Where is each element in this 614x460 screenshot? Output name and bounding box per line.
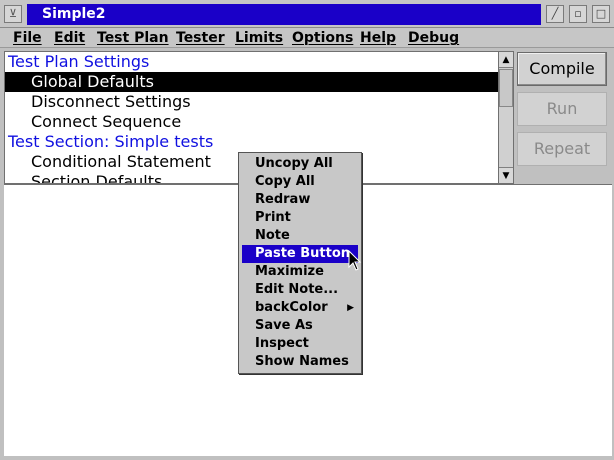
maximize-icon[interactable]: □	[592, 5, 610, 23]
repeat-button[interactable]: Repeat	[517, 132, 607, 166]
menu-help[interactable]: Help	[360, 28, 396, 48]
menu-item-maximize[interactable]: Maximize	[242, 263, 358, 281]
menu-file[interactable]: File	[13, 28, 42, 48]
list-item-connect-sequence[interactable]: Connect Sequence	[5, 112, 498, 132]
title-bar: ⊻ Simple2 ╱ ▫ □	[0, 0, 614, 28]
menu-options[interactable]: Options	[292, 28, 353, 48]
menu-test-plan[interactable]: Test Plan	[97, 28, 169, 48]
menu-item-inspect[interactable]: Inspect	[242, 335, 358, 353]
list-header-test-section[interactable]: Test Section: Simple tests	[5, 132, 498, 152]
close-box-icon[interactable]: ╱	[546, 5, 564, 23]
menu-item-copy-all[interactable]: Copy All	[242, 173, 358, 191]
window-title: Simple2	[27, 4, 541, 25]
mouse-cursor-icon	[348, 250, 362, 271]
menu-item-edit-note[interactable]: Edit Note...	[242, 281, 358, 299]
menu-item-save-as[interactable]: Save As	[242, 317, 358, 335]
compile-button[interactable]: Compile	[517, 52, 607, 86]
list-item-disconnect-settings[interactable]: Disconnect Settings	[5, 92, 498, 112]
list-scrollbar[interactable]: ▲ ▼	[498, 51, 514, 184]
scroll-down-arrow-icon[interactable]: ▼	[499, 167, 513, 183]
system-menu-icon[interactable]: ⊻	[4, 5, 22, 23]
menu-limits[interactable]: Limits	[235, 28, 283, 48]
scroll-thumb[interactable]	[499, 69, 513, 107]
menu-debug[interactable]: Debug	[408, 28, 459, 48]
scroll-up-arrow-icon[interactable]: ▲	[499, 52, 513, 68]
minimize-icon[interactable]: ▫	[569, 5, 587, 23]
context-menu: Uncopy All Copy All Redraw Print Note Pa…	[238, 152, 362, 374]
menu-item-redraw[interactable]: Redraw	[242, 191, 358, 209]
menu-item-paste-button[interactable]: Paste Button	[242, 245, 358, 263]
menu-bar: File Edit Test Plan Tester Limits Option…	[0, 28, 614, 48]
list-item-global-defaults[interactable]: Global Defaults	[5, 72, 498, 92]
menu-edit[interactable]: Edit	[54, 28, 85, 48]
menu-item-note[interactable]: Note	[242, 227, 358, 245]
menu-item-print[interactable]: Print	[242, 209, 358, 227]
menu-item-backcolor[interactable]: backColor ▶	[242, 299, 358, 317]
submenu-arrow-icon: ▶	[347, 303, 354, 313]
menu-item-uncopy-all[interactable]: Uncopy All	[242, 155, 358, 173]
list-header-test-plan-settings[interactable]: Test Plan Settings	[5, 52, 498, 72]
menu-item-show-names[interactable]: Show Names	[242, 353, 358, 371]
menu-tester[interactable]: Tester	[176, 28, 225, 48]
run-button[interactable]: Run	[517, 92, 607, 126]
